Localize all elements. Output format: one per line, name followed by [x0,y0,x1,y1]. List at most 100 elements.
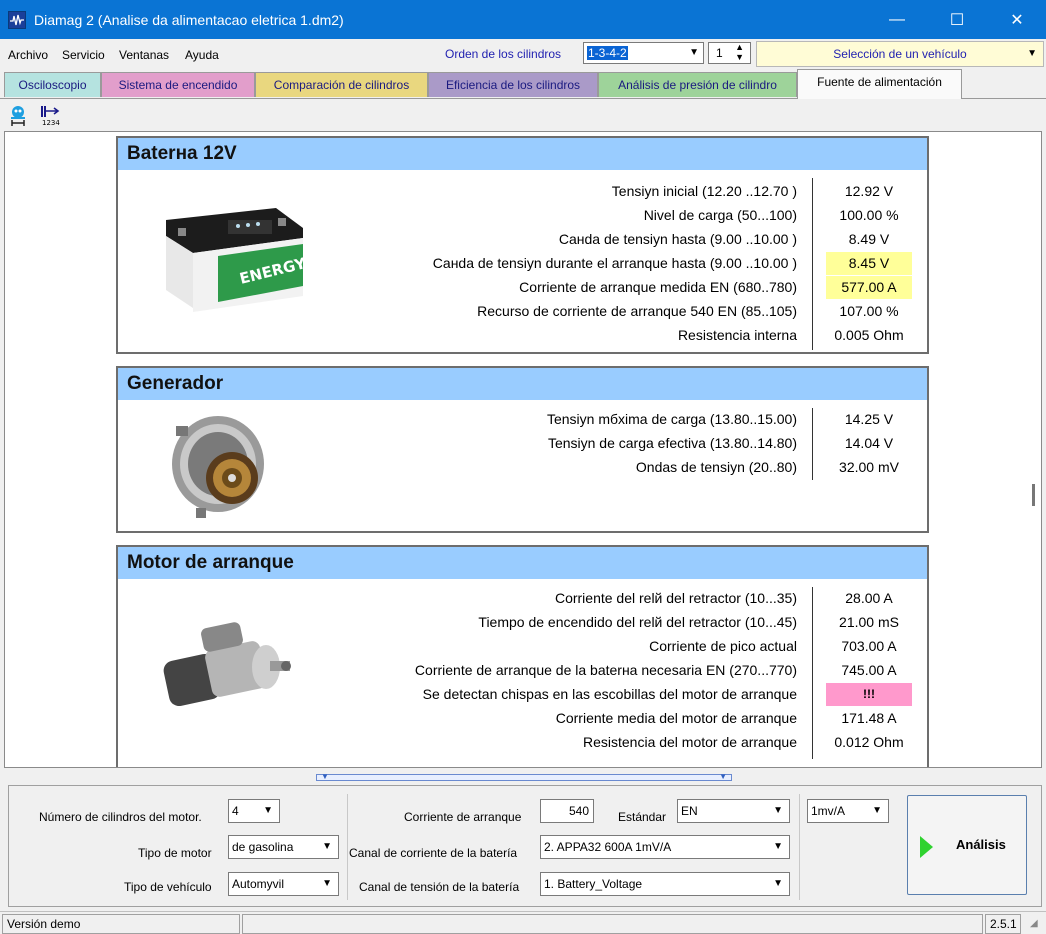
app-icon [8,10,26,29]
starter-row-label: Corriente de pico actual [649,638,797,654]
battery-row-value: 100.00 % [839,207,899,223]
starter-row-value: 745.00 A [841,662,897,678]
tab-comparacion-cilindros[interactable]: Comparación de cilindros [255,72,428,97]
panel-splitter[interactable]: ▼ ▼ [316,772,732,781]
battery-row-label: Tensiуn inicial (12.20 ..12.70 ) [611,183,797,199]
generator-row: Tensiуn mбxima de carga (13.80..15.00) 14… [118,408,931,432]
battery-title: Baterнa 12V [118,138,927,170]
cylinder-number-stepper[interactable]: 1 ▲ ▼ [708,42,751,64]
starter-row: Tiempo de encendido del relй del retract… [118,611,931,635]
menu-archivo[interactable]: Archivo [8,48,48,62]
voltage-channel-value: 1. Battery_Voltage [544,877,643,891]
tab-analisis-presion[interactable]: Análisis de presión de cilindro [598,72,797,97]
cranking-current-label: Corriente de arranque [404,810,522,824]
cylinder-numbering-icon[interactable]: 1234 [40,103,64,127]
toolbar: 1234 [0,99,1046,131]
starter-title: Motor de arranque [118,547,927,579]
battery-row-label: Caнda de tensiуn durante el arranque has… [432,255,797,271]
collapse-arrow-icon: ▼ [321,772,329,781]
chevron-down-icon: ▼ [689,47,699,58]
tab-eficiencia-cilindros[interactable]: Eficiencia de los cilindros [428,72,598,97]
cylinders-select[interactable]: 4 ▼ [228,799,280,823]
chevron-down-icon: ▼ [322,878,332,889]
starter-row-label: Resistencia del motor de arranque [582,734,797,750]
tab-fuente-alimentacion[interactable]: Fuente de alimentación [797,69,962,99]
cylinder-order-select[interactable]: 1-3-4-2 ▼ [583,42,704,64]
close-button[interactable]: ✕ [994,0,1040,39]
starter-row: Corriente del relй del retractor (10...3… [118,587,931,611]
voltage-channel-label: Canal de tensión de la batería [359,880,520,894]
version-label: 2.5.1 [985,914,1021,934]
chevron-down-icon: ▼ [263,805,273,816]
analysis-button[interactable]: Análisis [907,795,1027,895]
standard-select[interactable]: EN ▼ [677,799,790,823]
starter-row: Corriente de pico actual 703.00 A [118,635,931,659]
cylinders-value: 4 [232,804,239,818]
cranking-current-input[interactable]: 540 [540,799,594,823]
vehicle-type-select[interactable]: Automуvil ▼ [228,872,339,896]
window-title: Diamag 2 (Analise da alimentacao eletric… [34,11,344,28]
battery-row-value: 0.005 Ohm [834,327,904,343]
play-icon [920,836,933,858]
menu-servicio[interactable]: Servicio [62,48,105,62]
analysis-button-label: Análisis [956,837,1006,852]
maximize-button[interactable]: ☐ [934,0,980,39]
cylinder-number-value: 1 [716,46,723,60]
tab-osciloscopio[interactable]: Osciloscopio [4,72,101,97]
starter-row-value: 703.00 A [841,638,897,654]
resize-grip-icon[interactable]: ◢ [1030,918,1038,929]
battery-row-label: Nivel de carga (50...100) [643,207,797,223]
generator-row-label: Tensiуn mбxima de carga (13.80..15.00) [546,411,797,427]
chevron-down-icon: ▼ [773,878,783,889]
battery-row: Tensiуn inicial (12.20 ..12.70 ) 12.92 V [118,180,931,204]
battery-row: Resistencia interna 0.005 Ohm [118,324,931,348]
tab-sistema-encendido[interactable]: Sistema de encendido [101,72,255,97]
starter-row-value: 21.00 mS [839,614,899,630]
minimize-button[interactable]: — [874,0,920,39]
tab-bar: Osciloscopio Sistema de encendido Compar… [0,69,1046,99]
vertical-scrollbar-thumb[interactable] [1032,484,1035,506]
battery-row-label: Recurso de corriente de arranque 540 EN … [477,303,797,319]
chevron-down-icon: ▼ [872,805,882,816]
starter-row: Se detectan chispas en las escobillas de… [118,683,931,707]
settings-panel: Número de cilindros del motor. 4 ▼ Tipo d… [8,785,1042,907]
menu-ventanas[interactable]: Ventanas [119,48,169,62]
starter-row-value: 0.012 Ohm [834,734,904,750]
vehicle-type-value: Automуvil [232,877,285,891]
cylinder-order-value: 1-3-4-2 [587,46,628,60]
scale-select[interactable]: 1mv/A ▼ [807,799,889,823]
engine-type-value: de gasolina [232,840,294,854]
generator-row: Ondas de tensiуn (20..80) 32.00 mV [118,456,931,480]
battery-row: Corriente de arranque medida EN (680..78… [118,276,931,300]
settings-divider [347,794,348,900]
chevron-down-icon: ▼ [322,841,332,852]
starter-row-label: Corriente del relй del retractor (10...3… [554,590,797,606]
report-area[interactable]: Baterнa 12V ENERGY Tensiуn inicial (12.2… [4,131,1042,768]
vehicle-type-label: Tipo de vehículo [124,880,212,894]
starter-row: Corriente media del motor de arranque 171… [118,707,931,731]
starter-row-label: Se detectan chispas en las escobillas de… [422,686,797,702]
battery-row-label: Resistencia interna [677,327,797,343]
spark-warning-badge: !!! [826,683,912,706]
battery-row-value-warning: 577.00 A [826,276,912,299]
chevron-down-icon: ▼ [1027,48,1037,59]
vehicle-select[interactable]: Selección de un vehículo ▼ [756,41,1044,67]
generator-row-value: 32.00 mV [839,459,899,475]
starter-row-value: 171.48 A [841,710,897,726]
battery-panel: Baterнa 12V ENERGY Tensiуn inicial (12.2… [116,136,929,354]
menu-ayuda[interactable]: Ayuda [185,48,219,62]
cylinder-order-label: Orden de los cilindros [445,47,562,61]
current-channel-select[interactable]: 2. APPA32 600A 1mV/A ▼ [540,835,790,859]
generator-row: Tensiуn de carga efectiva (13.80..14.80)… [118,432,931,456]
probe-icon[interactable] [7,103,31,127]
engine-type-select[interactable]: de gasolina ▼ [228,835,339,859]
svg-text:1234: 1234 [42,119,60,127]
starter-row: Resistencia del motor de arranque 0.012 O… [118,731,931,755]
generator-row-label: Ondas de tensiуn (20..80) [635,459,797,475]
battery-row-label: Caнda de tensiуn hasta (9.00 ..10.00 ) [558,231,797,247]
generator-row-value: 14.25 V [844,411,894,427]
generator-panel: Generador Tensiуn mбxima de carga (13.80… [116,366,929,533]
voltage-channel-select[interactable]: 1. Battery_Voltage ▼ [540,872,790,896]
starter-panel: Motor de arranque Corriente del relй del… [116,545,931,767]
standard-label: Estándar [618,810,667,824]
